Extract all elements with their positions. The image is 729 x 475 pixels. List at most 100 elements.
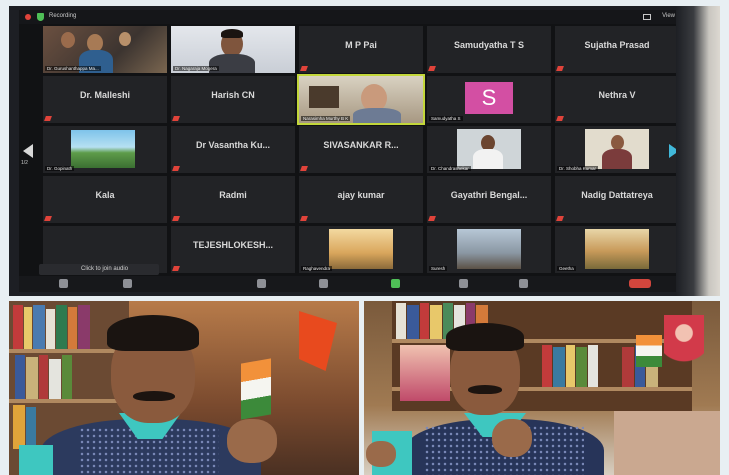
participant-name: Harish CN bbox=[211, 90, 255, 100]
participant-tag: Dr. Gurushanthappa Ma... bbox=[45, 66, 101, 71]
participant-name: Nadig Dattatreya bbox=[581, 190, 653, 200]
participant-tag: Dr. Gopinath bbox=[45, 166, 75, 171]
participant-video bbox=[585, 129, 649, 169]
participant-tile[interactable]: S Samudyatha S bbox=[427, 76, 551, 123]
speaker-hand bbox=[366, 441, 396, 467]
muted-mic-icon bbox=[172, 166, 180, 171]
participant-tile[interactable]: Raghavendra bbox=[299, 226, 423, 273]
participant-name: Kala bbox=[95, 190, 115, 200]
view-button[interactable]: View bbox=[662, 13, 675, 19]
participant-name: Dr. Malleshi bbox=[79, 90, 131, 100]
muted-mic-icon bbox=[428, 216, 436, 221]
page-indicator: 1/2 bbox=[21, 160, 28, 166]
meeting-toolbar bbox=[19, 276, 685, 292]
video-camera-icon[interactable] bbox=[123, 279, 132, 288]
muted-mic-icon bbox=[172, 266, 180, 271]
participant-video bbox=[585, 229, 649, 269]
participant-tile[interactable]: TEJESHLOKESH... bbox=[171, 226, 295, 273]
participant-name: ajay kumar bbox=[337, 190, 385, 200]
share-screen-icon[interactable] bbox=[391, 279, 400, 288]
participant-name: M P Pai bbox=[345, 40, 377, 50]
participant-tile[interactable]: Radmi bbox=[171, 176, 295, 223]
participant-tag: Dr. Nagaraja Mogera bbox=[173, 66, 219, 71]
muted-mic-icon bbox=[300, 166, 308, 171]
participant-tile[interactable]: Samudyatha T S bbox=[427, 26, 551, 73]
muted-mic-icon bbox=[556, 216, 564, 221]
participant-tile[interactable]: M P Pai bbox=[299, 26, 423, 73]
participant-tile[interactable]: Suresh bbox=[427, 226, 551, 273]
participant-name: Gayathri Bengal... bbox=[450, 190, 528, 200]
muted-mic-icon bbox=[172, 216, 180, 221]
participant-tile[interactable]: Harish CN bbox=[171, 76, 295, 123]
flag bbox=[636, 335, 662, 367]
participant-tag: Samudyatha S bbox=[429, 116, 463, 121]
recording-label: Recording bbox=[49, 13, 77, 19]
participant-tile[interactable]: Dr. Chandrashekar bbox=[427, 126, 551, 173]
chat-icon[interactable] bbox=[319, 279, 328, 288]
participant-tile[interactable]: Dr. Gopinath bbox=[43, 126, 167, 173]
zoom-screen-photo: Recording View Dr. Gurushanthappa Ma... bbox=[9, 6, 720, 296]
participant-name: SIVASANKAR R... bbox=[323, 140, 399, 150]
participants-icon[interactable] bbox=[257, 279, 266, 288]
participant-tag: Narasimha Murthy B K bbox=[301, 116, 351, 121]
participant-tile[interactable]: Kala bbox=[43, 176, 167, 223]
participant-tile[interactable]: Dr. Shobha Kumar bbox=[555, 126, 679, 173]
participant-video bbox=[457, 129, 521, 169]
participant-tile[interactable]: Dr Vasantha Ku... bbox=[171, 126, 295, 173]
participant-tag: Raghavendra bbox=[301, 266, 333, 271]
mic-icon[interactable] bbox=[59, 279, 68, 288]
end-meeting-button[interactable] bbox=[629, 279, 651, 288]
participant-video bbox=[457, 229, 521, 269]
active-speaker-tile[interactable]: Narasimha Murthy B K bbox=[297, 74, 425, 125]
participant-tag: Dr. Chandrashekar bbox=[429, 166, 471, 171]
participant-tile[interactable]: ajay kumar bbox=[299, 176, 423, 223]
avatar: S bbox=[465, 82, 513, 114]
participant-name: Nethra V bbox=[598, 90, 636, 100]
participant-name: TEJESHLOKESH... bbox=[192, 240, 273, 250]
participant-tile[interactable]: Sujatha Prasad bbox=[555, 26, 679, 73]
zoom-top-bar: Recording View bbox=[19, 10, 685, 24]
muted-mic-icon bbox=[428, 66, 436, 71]
participant-tag: Geetha bbox=[557, 266, 576, 271]
muted-mic-icon bbox=[556, 66, 564, 71]
zoom-meeting-window: Recording View Dr. Gurushanthappa Ma... bbox=[19, 10, 685, 292]
muted-mic-icon bbox=[300, 216, 308, 221]
muted-mic-icon bbox=[300, 66, 308, 71]
participant-tile[interactable]: Dr. Malleshi bbox=[43, 76, 167, 123]
muted-mic-icon bbox=[556, 116, 564, 121]
participant-tile[interactable]: SIVASANKAR R... bbox=[299, 126, 423, 173]
participant-gallery: Dr. Gurushanthappa Ma... Dr. Nagaraja Mo… bbox=[39, 26, 679, 274]
participant-tile[interactable]: Dr. Gurushanthappa Ma... bbox=[43, 26, 167, 73]
participant-tile[interactable]: Nadig Dattatreya bbox=[555, 176, 679, 223]
participant-tile[interactable]: Dr. Nagaraja Mogera bbox=[171, 26, 295, 73]
security-shield-icon[interactable] bbox=[37, 13, 44, 21]
participant-tile[interactable]: Gayathri Bengal... bbox=[427, 176, 551, 223]
participant-name: Sujatha Prasad bbox=[584, 40, 650, 50]
previous-page-arrow-icon[interactable] bbox=[23, 144, 33, 158]
participant-video bbox=[329, 229, 393, 269]
speaker-hand bbox=[492, 419, 532, 457]
reactions-icon[interactable] bbox=[519, 279, 528, 288]
sofa bbox=[614, 411, 720, 475]
participant-name: Dr Vasantha Ku... bbox=[195, 140, 271, 150]
join-audio-label: Click to join audio bbox=[81, 266, 129, 272]
participant-tile[interactable]: Nethra V bbox=[555, 76, 679, 123]
participant-name: Radmi bbox=[219, 190, 247, 200]
figurine bbox=[664, 315, 704, 375]
flag bbox=[241, 358, 271, 420]
participant-tile[interactable]: Geetha bbox=[555, 226, 679, 273]
collage: Recording View Dr. Gurushanthappa Ma... bbox=[0, 0, 729, 475]
view-grid-icon[interactable] bbox=[643, 14, 651, 20]
muted-mic-icon bbox=[172, 116, 180, 121]
muted-mic-icon bbox=[44, 216, 52, 221]
join-audio-bar[interactable]: Click to join audio bbox=[39, 264, 159, 275]
speaker-photo-right bbox=[364, 301, 720, 475]
record-icon[interactable] bbox=[459, 279, 468, 288]
speaker-photo-left bbox=[9, 301, 359, 475]
participant-name: Samudyatha T S bbox=[453, 40, 525, 50]
speaker-hand bbox=[227, 419, 277, 463]
poster bbox=[400, 345, 450, 401]
record-dot-icon bbox=[25, 14, 31, 20]
participant-tag: Suresh bbox=[429, 266, 448, 271]
muted-mic-icon bbox=[44, 116, 52, 121]
